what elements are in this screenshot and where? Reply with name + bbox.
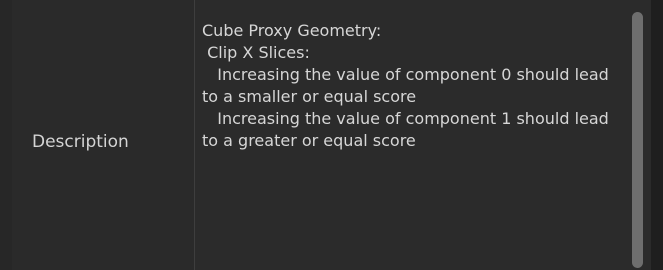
description-text: Cube Proxy Geometry: Clip X Slices: Incr… [202, 21, 609, 150]
scrollbar-thumb[interactable] [632, 12, 643, 268]
description-label: Description [32, 132, 129, 152]
property-label-cell: Description [12, 0, 194, 270]
description-text-area[interactable]: Cube Proxy Geometry: Clip X Slices: Incr… [195, 0, 651, 270]
panel-edge [651, 0, 663, 270]
property-panel: Description Cube Proxy Geometry: Clip X … [0, 0, 663, 270]
vertical-scrollbar[interactable] [630, 12, 644, 270]
